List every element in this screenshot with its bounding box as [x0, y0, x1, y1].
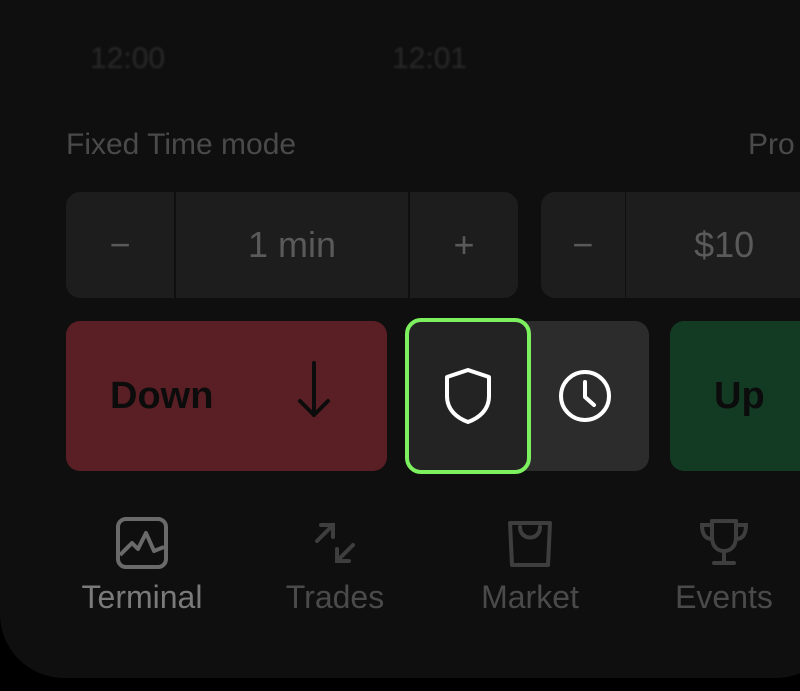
- amount-stepper: − $10: [541, 192, 800, 298]
- tab-label: Market: [481, 579, 579, 615]
- up-label: Up: [714, 374, 765, 417]
- arrows-icon: [315, 523, 355, 563]
- shield-icon: [445, 368, 491, 424]
- tab-label: Trades: [285, 579, 385, 615]
- tab-label: Terminal: [81, 579, 203, 615]
- tab-trades[interactable]: Trades: [275, 515, 395, 616]
- chart-icon: [116, 517, 168, 569]
- down-button[interactable]: Down: [66, 321, 387, 471]
- mode-label: Fixed Time mode: [66, 128, 297, 161]
- tab-label: Events: [675, 579, 773, 615]
- amount-decrement-button[interactable]: −: [541, 192, 625, 298]
- arrow-down-icon: [298, 361, 330, 417]
- bag-icon: [508, 521, 552, 567]
- amount-value[interactable]: $10: [626, 192, 800, 298]
- time-label: 12:00: [90, 42, 166, 75]
- bottom-tab-bar: Terminal Trades Market Events: [0, 515, 800, 635]
- app-screen: 12:00 12:01 Fixed Time mode Pro − 1 min …: [0, 0, 800, 678]
- time-label: 12:01: [392, 42, 468, 75]
- profit-label: Pro: [748, 128, 795, 161]
- duration-decrement-button[interactable]: −: [66, 192, 174, 298]
- insurance-button[interactable]: [405, 318, 531, 474]
- clock-icon: [558, 370, 611, 422]
- timer-button[interactable]: [520, 321, 649, 471]
- down-label: Down: [110, 374, 214, 417]
- duration-stepper: − 1 min +: [66, 192, 518, 298]
- tab-events[interactable]: Events: [664, 515, 784, 616]
- duration-value[interactable]: 1 min: [176, 192, 408, 298]
- tab-market[interactable]: Market: [470, 515, 590, 616]
- tab-terminal[interactable]: Terminal: [72, 515, 212, 616]
- chart-time-axis: 12:00 12:01: [0, 0, 800, 75]
- duration-increment-button[interactable]: +: [410, 192, 518, 298]
- trophy-icon: [699, 519, 749, 565]
- up-button[interactable]: Up: [670, 321, 800, 471]
